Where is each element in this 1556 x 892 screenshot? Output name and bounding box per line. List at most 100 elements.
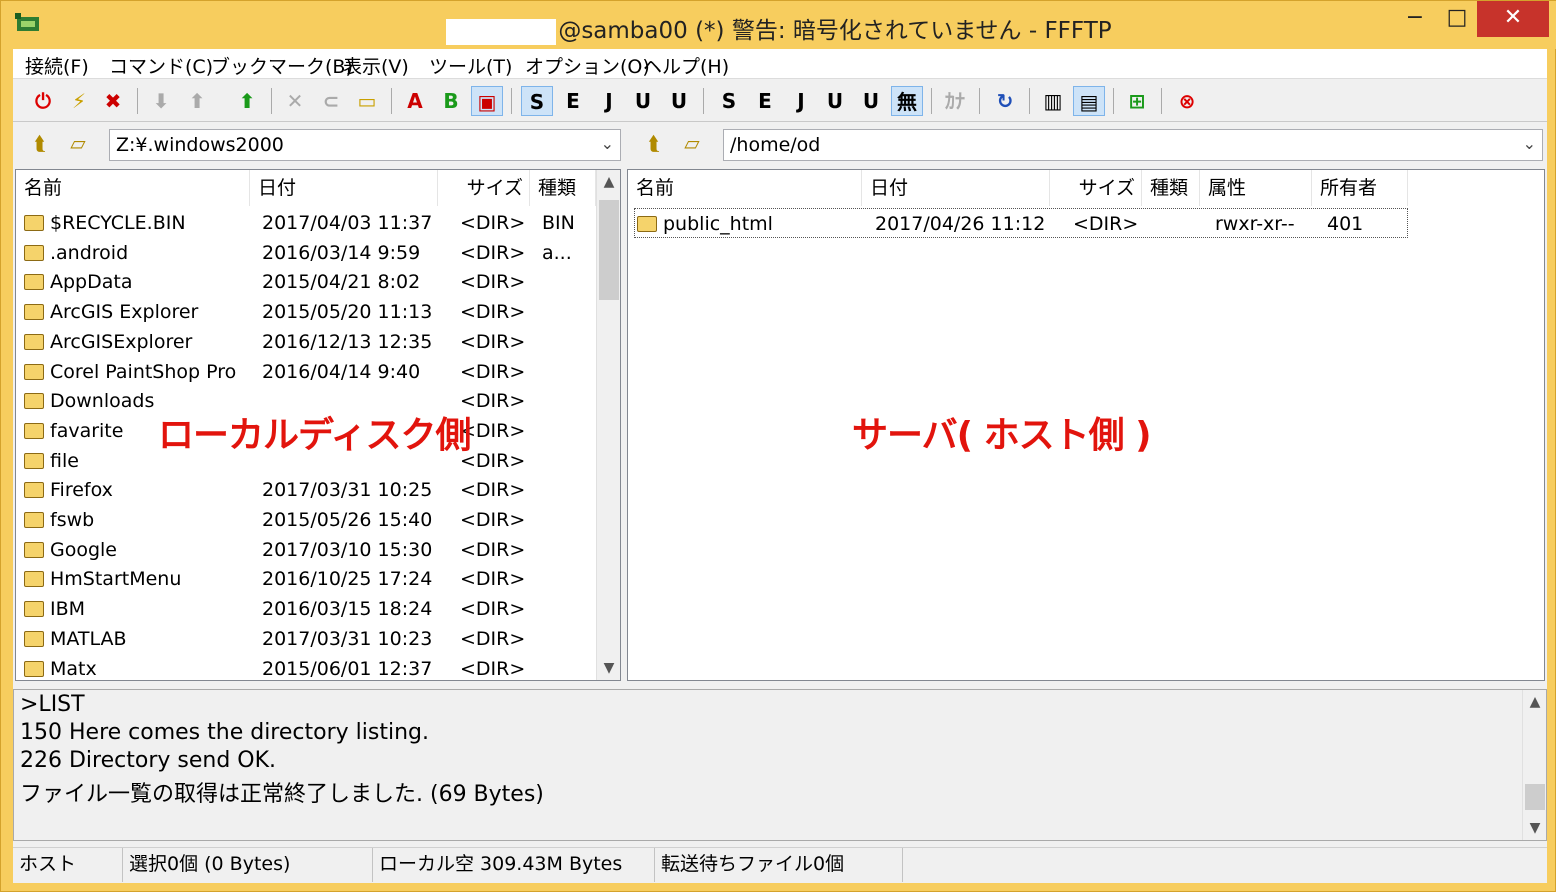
detail-view-icon[interactable]: ▤ xyxy=(1073,86,1105,116)
scroll-thumb[interactable] xyxy=(1525,784,1545,810)
utf8bom-icon[interactable]: U xyxy=(663,86,695,116)
euc-remote-icon[interactable]: E xyxy=(749,86,781,116)
local-scrollbar[interactable]: ▲ ▼ xyxy=(596,170,620,680)
table-row[interactable]: $RECYCLE.BIN 2017/04/03 11:37 <DIR> BIN xyxy=(16,208,596,238)
ascii-mode-icon[interactable]: A xyxy=(399,86,431,116)
disconnect-icon[interactable]: ✖ xyxy=(97,86,129,116)
col-local-type[interactable]: 種類 xyxy=(530,170,596,206)
col-remote-type[interactable]: 種類 xyxy=(1142,170,1200,206)
no-convert-icon[interactable]: 無 xyxy=(891,86,923,116)
maximize-button[interactable]: □ xyxy=(1433,1,1481,37)
quick-connect-icon[interactable]: ⚡ xyxy=(63,86,95,116)
redacted-user xyxy=(446,18,557,45)
file-name: ArcGISExplorer xyxy=(50,330,193,353)
file-owner: 401 xyxy=(1327,213,1364,235)
rename-icon[interactable]: ⊂ xyxy=(315,86,347,116)
menu-tools[interactable]: ツール(T) xyxy=(429,52,512,79)
scroll-up-icon[interactable]: ▲ xyxy=(597,174,620,190)
log-panel[interactable]: >LIST 150 Here comes the directory listi… xyxy=(13,689,1547,841)
file-date: 2016/04/14 9:40 xyxy=(262,360,421,383)
toolbar-separator xyxy=(137,88,138,114)
remote-open-folder-icon[interactable]: ▱ xyxy=(677,131,707,157)
sjis-icon[interactable]: S xyxy=(521,86,553,116)
utf8-icon[interactable]: U xyxy=(627,86,659,116)
file-date: 2016/03/14 9:59 xyxy=(262,241,421,264)
col-remote-owner[interactable]: 所有者 xyxy=(1312,170,1408,206)
jis-remote-icon[interactable]: J xyxy=(785,86,817,116)
col-remote-size[interactable]: サイズ xyxy=(1050,170,1142,206)
stop-icon[interactable]: ⊗ xyxy=(1171,86,1203,116)
auto-mode-icon[interactable]: ▣ xyxy=(471,86,503,116)
chevron-down-icon[interactable]: ⌄ xyxy=(601,134,614,153)
binary-mode-icon[interactable]: B xyxy=(435,86,467,116)
download-icon[interactable]: ⬇ xyxy=(145,86,177,116)
table-row[interactable]: AppData 2015/04/21 8:02 <DIR> xyxy=(16,267,596,297)
remote-path-combo[interactable]: /home/od ⌄ xyxy=(723,129,1543,161)
table-row[interactable]: IBM 2016/03/15 18:24 <DIR> xyxy=(16,594,596,624)
table-row[interactable]: ArcGIS Explorer 2015/05/20 11:13 <DIR> xyxy=(16,297,596,327)
folder-icon xyxy=(24,393,44,410)
log-scrollbar[interactable]: ▲ ▼ xyxy=(1522,690,1546,840)
table-row[interactable]: MATLAB 2017/03/31 10:23 <DIR> xyxy=(16,624,596,654)
log-line: 226 Directory send OK. xyxy=(20,748,277,773)
local-file-list[interactable]: 名前 日付 サイズ 種類 $RECYCLE.BIN 2017/04/03 11:3… xyxy=(15,169,621,681)
col-local-size[interactable]: サイズ xyxy=(438,170,530,206)
chevron-down-icon[interactable]: ⌄ xyxy=(1523,134,1536,153)
mirror-upload-icon[interactable]: ⬆ xyxy=(231,86,263,116)
sync-dirs-icon[interactable]: ⊞ xyxy=(1121,86,1153,116)
scroll-down-icon[interactable]: ▼ xyxy=(1523,820,1547,836)
utf8bom-remote-icon[interactable]: U xyxy=(855,86,887,116)
file-name: AppData xyxy=(50,271,133,294)
menu-command[interactable]: コマンド(C) xyxy=(109,52,213,79)
close-button[interactable]: ✕ xyxy=(1477,1,1549,37)
table-row[interactable]: fswb 2015/05/26 15:40 <DIR> xyxy=(16,505,596,535)
refresh-icon[interactable]: ↻ xyxy=(989,86,1021,116)
table-row[interactable]: ArcGISExplorer 2016/12/13 12:35 <DIR> xyxy=(16,327,596,357)
local-path-combo[interactable]: Z:¥.windows2000 ⌄ xyxy=(109,129,621,161)
jis-icon[interactable]: J xyxy=(593,86,625,116)
menu-help[interactable]: ヘルプ(H) xyxy=(643,52,729,79)
scroll-up-icon[interactable]: ▲ xyxy=(1523,694,1547,710)
col-local-name[interactable]: 名前 xyxy=(16,170,250,206)
file-name: Google xyxy=(50,538,118,561)
folder-icon xyxy=(24,304,44,321)
menu-connect[interactable]: 接続(F) xyxy=(25,52,89,79)
remote-up-folder-icon[interactable]: ⮬ xyxy=(639,131,669,157)
table-row[interactable]: public_html 2017/04/26 11:12 <DIR> rwxr-xr-… xyxy=(634,208,1408,238)
upload-icon[interactable]: ⬆ xyxy=(181,86,213,116)
table-row[interactable]: Firefox 2017/03/31 10:25 <DIR> xyxy=(16,475,596,505)
delete-icon[interactable]: ✕ xyxy=(279,86,311,116)
connect-icon[interactable]: ⏻ xyxy=(27,86,59,116)
col-remote-attr[interactable]: 属性 xyxy=(1200,170,1312,206)
folder-icon xyxy=(24,363,44,380)
local-open-folder-icon[interactable]: ▱ xyxy=(63,131,93,157)
minimize-button[interactable]: − xyxy=(1391,1,1439,37)
utf8-remote-icon[interactable]: U xyxy=(819,86,851,116)
folder-icon xyxy=(24,452,44,469)
title-bar[interactable]: @samba00 (*) 警告: 暗号化されていません - FFFTP − □ … xyxy=(1,1,1556,49)
list-view-icon[interactable]: ▥ xyxy=(1037,86,1069,116)
scroll-down-icon[interactable]: ▼ xyxy=(597,660,620,676)
menu-view[interactable]: 表示(V) xyxy=(343,52,409,79)
status-local-free: ローカル空 309.43M Bytes xyxy=(373,848,655,882)
table-row[interactable]: HmStartMenu 2016/10/25 17:24 <DIR> xyxy=(16,564,596,594)
col-local-date[interactable]: 日付 xyxy=(250,170,438,206)
file-name-cell: public_html xyxy=(637,209,773,239)
sjis-remote-icon[interactable]: S xyxy=(713,86,745,116)
folder-icon xyxy=(24,422,44,439)
local-up-folder-icon[interactable]: ⮬ xyxy=(25,131,55,157)
mkdir-icon[interactable]: ▭ xyxy=(351,86,383,116)
menu-options[interactable]: オプション(O) xyxy=(525,52,650,79)
table-row[interactable]: Corel PaintShop Pro 2016/04/14 9:40 <DIR> xyxy=(16,357,596,387)
scroll-thumb[interactable] xyxy=(599,200,619,300)
file-size: <DIR> xyxy=(460,330,526,353)
table-row[interactable]: Matx 2015/06/01 12:37 <DIR> xyxy=(16,654,596,681)
col-remote-date[interactable]: 日付 xyxy=(862,170,1050,206)
menu-bookmark[interactable]: ブックマーク(B) xyxy=(211,52,353,79)
euc-icon[interactable]: E xyxy=(557,86,589,116)
kana-icon[interactable]: ｶﾅ xyxy=(939,86,971,116)
table-row[interactable]: .android 2016/03/14 9:59 <DIR> a... xyxy=(16,238,596,268)
col-remote-name[interactable]: 名前 xyxy=(628,170,862,206)
remote-file-list[interactable]: 名前 日付 サイズ 種類 属性 所有者 public_html 2017/04/2… xyxy=(627,169,1545,681)
table-row[interactable]: Google 2017/03/10 15:30 <DIR> xyxy=(16,535,596,565)
